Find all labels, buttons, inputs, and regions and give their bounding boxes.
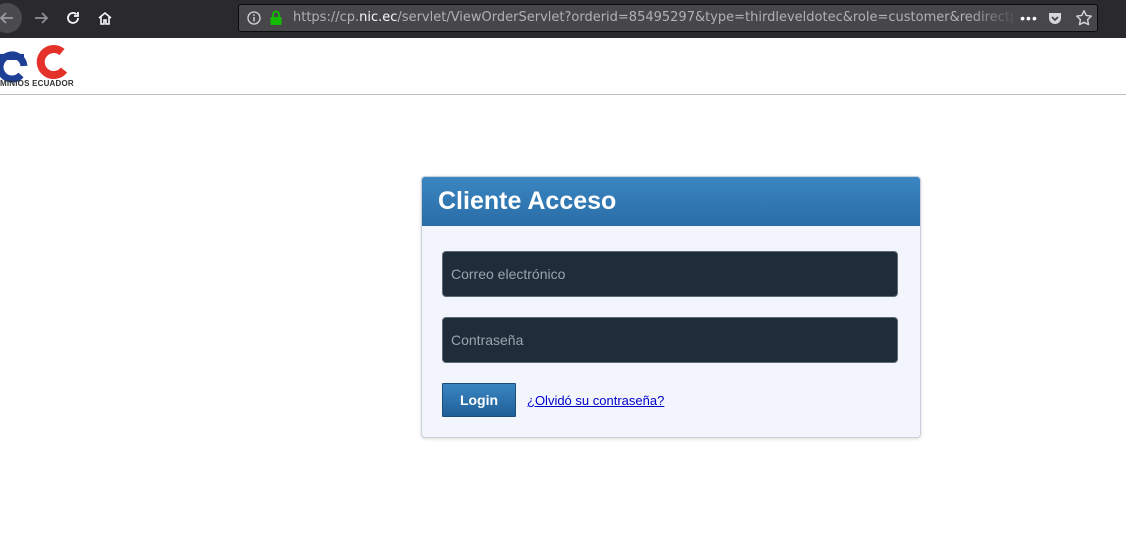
forward-button[interactable]: [26, 3, 56, 33]
login-title: Cliente Acceso: [438, 187, 617, 215]
home-button[interactable]: [90, 3, 120, 33]
login-panel: Cliente Acceso Login ¿Olvidó su contrase…: [421, 176, 921, 438]
lock-icon[interactable]: [269, 10, 283, 26]
url-suffix: /servlet/ViewOrderServlet?orderid=854952…: [397, 10, 1013, 25]
address-bar[interactable]: https://cp.nic.ec/servlet/ViewOrderServl…: [238, 4, 1098, 32]
forward-icon: [35, 12, 49, 24]
password-field[interactable]: [442, 317, 898, 363]
site-header: MINIOS ECUADOR: [0, 38, 1126, 95]
star-icon[interactable]: [1075, 9, 1093, 27]
reload-icon: [67, 12, 79, 24]
email-field[interactable]: [442, 251, 898, 297]
url-domain: nic.ec: [359, 10, 398, 25]
reload-button[interactable]: [58, 3, 88, 33]
forgot-password-link[interactable]: ¿Olvidó su contraseña?: [527, 393, 664, 408]
logo-subtitle: MINIOS ECUADOR: [0, 79, 74, 88]
url-prefix: https://cp.: [293, 10, 360, 25]
back-button[interactable]: [0, 3, 22, 33]
info-icon[interactable]: [247, 11, 261, 25]
more-icon[interactable]: •••: [1019, 9, 1039, 27]
back-icon: [0, 12, 13, 24]
pocket-icon[interactable]: [1047, 10, 1063, 26]
home-icon: [98, 11, 112, 25]
browser-toolbar: https://cp.nic.ec/servlet/ViewOrderServl…: [0, 0, 1126, 39]
url-text[interactable]: https://cp.nic.ec/servlet/ViewOrderServl…: [293, 5, 1013, 31]
url-fade: [969, 5, 1019, 31]
login-panel-header: Cliente Acceso: [422, 177, 920, 226]
login-button[interactable]: Login: [442, 383, 516, 417]
